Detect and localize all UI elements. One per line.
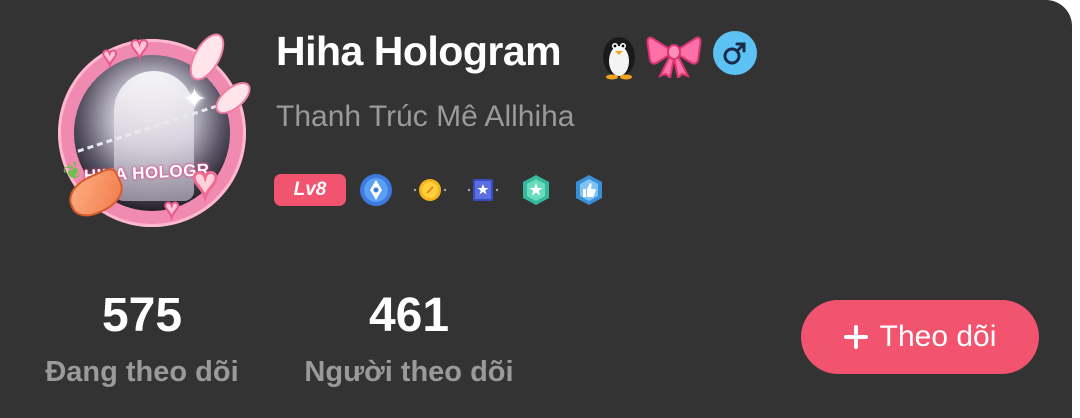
plus-icon [843, 325, 868, 349]
level-badge[interactable]: Lv8 [274, 174, 346, 206]
follow-button-label: Theo dõi [879, 320, 997, 353]
star-shield-badge-icon[interactable] [518, 172, 554, 208]
pen-badge-icon[interactable] [358, 172, 394, 208]
heart-icon: ♥ [129, 29, 150, 65]
heart-icon: ♥ [190, 158, 219, 207]
following-count[interactable]: 575 [40, 288, 244, 343]
sparkle-icon: ✦ [182, 83, 208, 116]
display-name: Hiha Hologram [276, 28, 562, 74]
thumbs-up-badge-icon[interactable] [571, 172, 607, 208]
heart-icon: ♥ [163, 193, 180, 223]
heart-icon: ♥ [101, 41, 118, 71]
followers-label[interactable]: Người theo dõi [302, 356, 516, 389]
username: Thanh Trúc Mê Allhiha [276, 100, 575, 133]
following-label[interactable]: Đang theo dõi [40, 356, 244, 389]
penguin-icon [603, 37, 635, 80]
male-icon [713, 31, 757, 75]
followers-count[interactable]: 461 [302, 288, 516, 343]
profile-card: ✦ ♥ ♥ HIHA HOLOGR ❦ ♥ ♥ Hiha Hologram Th… [0, 0, 1072, 418]
star-card-badge-icon[interactable] [465, 172, 501, 208]
avatar[interactable]: ✦ ♥ ♥ HIHA HOLOGR ❦ ♥ ♥ [50, 25, 260, 235]
follow-button[interactable]: Theo dõi [801, 300, 1039, 374]
pink-bow-icon [646, 36, 702, 78]
sun-badge-icon[interactable] [412, 172, 448, 208]
